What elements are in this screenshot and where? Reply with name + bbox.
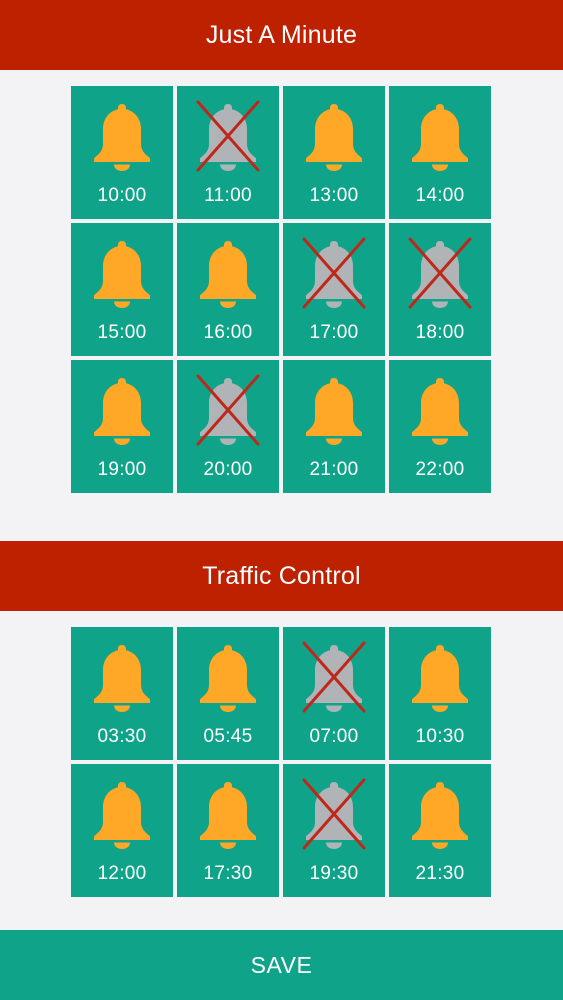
alarm-time: 12:00 [97, 863, 147, 884]
alarm-tile-2000[interactable]: 20:00 [177, 360, 279, 493]
alarm-time: 21:30 [415, 863, 465, 884]
section-title-just-a-minute: Just A Minute [0, 0, 563, 70]
alarm-tile-2130[interactable]: 21:30 [389, 764, 491, 897]
alarm-tile-1500[interactable]: 15:00 [71, 223, 173, 356]
save-button[interactable]: SAVE [0, 930, 563, 1000]
alarm-time: 11:00 [204, 185, 252, 206]
bell-icon [200, 241, 256, 308]
alarm-time: 16:00 [203, 322, 253, 343]
bell-icon [94, 645, 150, 712]
alarm-time: 15:00 [97, 322, 147, 343]
alarm-tile-1730[interactable]: 17:30 [177, 764, 279, 897]
bell-icon [200, 782, 256, 849]
bell-icon [412, 645, 468, 712]
alarm-tile-1300[interactable]: 13:00 [283, 86, 385, 219]
bell-icon [94, 378, 150, 445]
bell-icon [200, 645, 256, 712]
alarm-time: 19:00 [97, 459, 147, 480]
alarm-time: 14:00 [415, 185, 465, 206]
alarm-tile-1030[interactable]: 10:30 [389, 627, 491, 760]
bell-icon [94, 782, 150, 849]
bell-icon [306, 104, 362, 171]
alarm-time: 10:30 [415, 726, 465, 747]
bell-icon [412, 782, 468, 849]
alarm-tile-2200[interactable]: 22:00 [389, 360, 491, 493]
alarm-time: 20:00 [203, 459, 253, 480]
alarm-grid-just-a-minute: 10:00 11:00 13:00 14:00 15:00 16:00 17:00 18:00… [71, 86, 492, 493]
alarm-time: 19:30 [309, 863, 359, 884]
alarm-time: 18:00 [415, 322, 465, 343]
bell-off-icon [196, 374, 260, 446]
alarm-tile-1800[interactable]: 18:00 [389, 223, 491, 356]
alarm-time: 07:00 [309, 726, 359, 747]
section-title-traffic-control: Traffic Control [0, 541, 563, 611]
alarm-time: 22:00 [415, 459, 465, 480]
alarm-tile-2100[interactable]: 21:00 [283, 360, 385, 493]
alarm-time: 17:00 [309, 322, 359, 343]
bell-off-icon [302, 237, 366, 309]
alarm-time: 17:30 [203, 863, 253, 884]
alarm-tile-1100[interactable]: 11:00 [177, 86, 279, 219]
alarm-grid-traffic-control: 03:30 05:45 07:00 10:30 12:00 17:30 19:30 21:30 [71, 627, 492, 897]
bell-icon [94, 104, 150, 171]
alarm-tile-1400[interactable]: 14:00 [389, 86, 491, 219]
bell-off-icon [302, 641, 366, 713]
alarm-tile-1900[interactable]: 19:00 [71, 360, 173, 493]
bell-icon [412, 378, 468, 445]
alarm-tile-1600[interactable]: 16:00 [177, 223, 279, 356]
bell-icon [412, 104, 468, 171]
bell-icon [94, 241, 150, 308]
alarm-tile-0545[interactable]: 05:45 [177, 627, 279, 760]
bell-off-icon [302, 778, 366, 850]
alarm-tile-1000[interactable]: 10:00 [71, 86, 173, 219]
bell-icon [306, 378, 362, 445]
alarm-tile-0700[interactable]: 07:00 [283, 627, 385, 760]
alarm-tile-0330[interactable]: 03:30 [71, 627, 173, 760]
alarm-tile-1930[interactable]: 19:30 [283, 764, 385, 897]
alarm-time: 05:45 [203, 726, 253, 747]
alarm-time: 13:00 [309, 185, 359, 206]
alarm-tile-1700[interactable]: 17:00 [283, 223, 385, 356]
alarm-time: 10:00 [97, 185, 147, 206]
alarm-tile-1200[interactable]: 12:00 [71, 764, 173, 897]
bell-off-icon [408, 237, 472, 309]
alarm-time: 03:30 [97, 726, 147, 747]
bell-off-icon [196, 100, 260, 172]
alarm-time: 21:00 [309, 459, 359, 480]
